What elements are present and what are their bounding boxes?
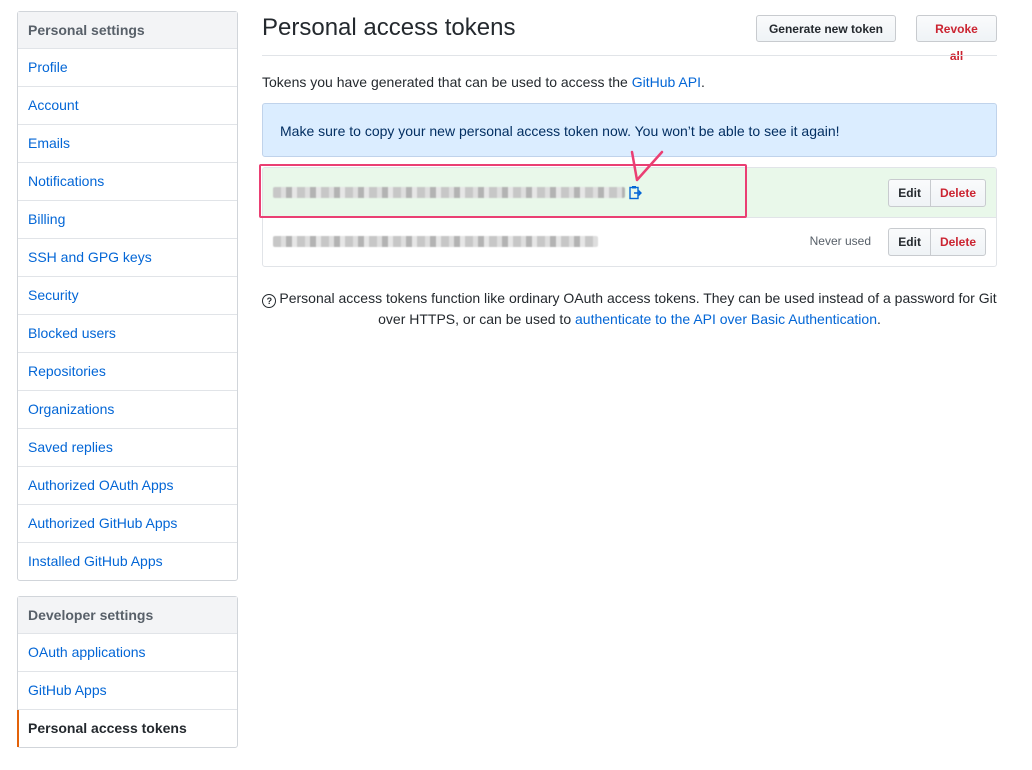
token-actions: Edit Delete [888,179,986,207]
developer-settings-menu: Developer settings OAuth applications Gi… [17,596,238,748]
sidebar-item-authorized-oauth-apps[interactable]: Authorized OAuth Apps [18,467,237,505]
edit-token-button[interactable]: Edit [888,179,930,207]
sidebar-item-security[interactable]: Security [18,277,237,315]
page-title: Personal access tokens [262,14,516,41]
generate-new-token-button[interactable]: Generate new token [756,15,896,42]
sidebar-item-installed-github-apps[interactable]: Installed GitHub Apps [18,543,237,580]
sidebar-item-personal-access-tokens[interactable]: Personal access tokens [17,710,237,747]
sidebar-item-ssh-gpg-keys[interactable]: SSH and GPG keys [18,239,237,277]
sidebar-item-emails[interactable]: Emails [18,125,237,163]
intro-text: Tokens you have generated that can be us… [262,74,705,90]
header-divider [262,55,997,56]
token-row-existing: Never used Edit Delete [263,217,996,266]
sidebar-item-profile[interactable]: Profile [18,49,237,87]
annotation-highlight-box [259,164,747,218]
delete-token-button[interactable]: Delete [929,228,986,256]
token-usage-status: Never used [809,234,871,248]
sidebar-item-account[interactable]: Account [18,87,237,125]
question-icon: ? [262,294,277,308]
token-actions: Edit Delete [888,228,986,256]
sidebar-item-authorized-github-apps[interactable]: Authorized GitHub Apps [18,505,237,543]
intro-text-start: Tokens you have generated that can be us… [262,74,632,90]
personal-settings-heading: Personal settings [18,12,237,49]
personal-settings-menu: Personal settings Profile Account Emails… [17,11,238,581]
sidebar-item-notifications[interactable]: Notifications [18,163,237,201]
note-end: . [876,311,881,327]
basic-auth-link[interactable]: authenticate to the API over Basic Authe… [575,311,877,327]
sidebar-item-blocked-users[interactable]: Blocked users [18,315,237,353]
delete-token-button[interactable]: Delete [929,179,986,207]
sidebar-item-saved-replies[interactable]: Saved replies [18,429,237,467]
checkmark-annotation-icon [630,150,664,182]
sidebar-item-repositories[interactable]: Repositories [18,353,237,391]
edit-token-button[interactable]: Edit [888,228,930,256]
revoke-all-button[interactable]: Revoke all [916,15,997,63]
sidebar-item-github-apps[interactable]: GitHub Apps [18,672,237,710]
developer-settings-heading: Developer settings [18,597,237,634]
github-api-link[interactable]: GitHub API [632,74,701,90]
intro-text-end: . [700,74,705,90]
token-name-redacted [273,236,598,247]
sidebar-item-organizations[interactable]: Organizations [18,391,237,429]
sidebar-item-billing[interactable]: Billing [18,201,237,239]
sidebar-item-oauth-applications[interactable]: OAuth applications [18,634,237,672]
tokens-note: ? Personal access tokens function like or… [262,288,997,330]
